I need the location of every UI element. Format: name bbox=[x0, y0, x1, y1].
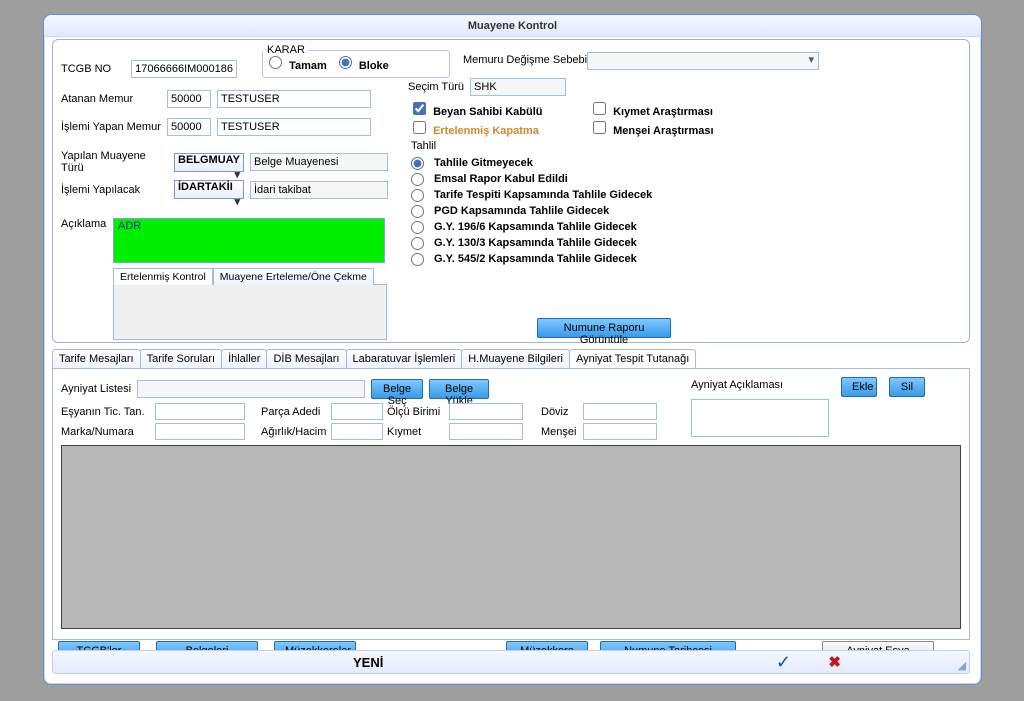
islemi-yapan-name: TESTUSER bbox=[217, 118, 371, 136]
karar-tamam-option[interactable]: Tamam bbox=[269, 56, 327, 72]
chevron-down-icon: ▾ bbox=[231, 166, 243, 181]
content-area: TCGB NO 17066666IM000186 KARAR Tamam Blo… bbox=[50, 39, 975, 676]
sil-button[interactable]: Sil bbox=[889, 377, 925, 397]
esyanin-tic-tan-input[interactable] bbox=[155, 403, 245, 420]
islemi-yapilacak-select[interactable]: İDARTAKİI▾ bbox=[174, 180, 244, 199]
app-window: Muayene Kontrol TCGB NO 17066666IM000186… bbox=[43, 14, 982, 685]
inspection-panel: TCGB NO 17066666IM000186 KARAR Tamam Blo… bbox=[52, 39, 970, 343]
ayniyat-aciklamasi-textarea[interactable] bbox=[691, 399, 829, 437]
atanan-memur-name: TESTUSER bbox=[217, 90, 371, 108]
ayniyat-grid[interactable] bbox=[61, 445, 961, 629]
karar-bloke-option[interactable]: Bloke bbox=[339, 56, 389, 72]
confirm-icon[interactable]: ✓ bbox=[776, 652, 791, 673]
tab-tarife-mesajlari[interactable]: Tarife Mesajları bbox=[52, 349, 141, 368]
tab-body-ayniyat: Ayniyat Listesi Belge Seç Belge Yükle Ay… bbox=[52, 368, 970, 640]
atanan-memur-code: 50000 bbox=[167, 90, 211, 108]
status-bar: YENİ ✓ ✖ ◢ bbox=[52, 650, 970, 674]
tab-tarife-sorulari[interactable]: Tarife Soruları bbox=[140, 349, 222, 368]
aciklama-label: Açıklama bbox=[61, 218, 106, 230]
doviz-label: Döviz bbox=[541, 406, 577, 418]
subtab-pane bbox=[113, 284, 387, 340]
yapilan-muayene-turu-label: Yapılan Muayene Türü bbox=[61, 150, 168, 174]
marka-numara-input[interactable] bbox=[155, 423, 245, 440]
tab-labaratuvar-islemleri[interactable]: Labaratuvar İşlemleri bbox=[346, 349, 463, 368]
tcgb-no-value: 17066666IM000186 bbox=[131, 60, 237, 78]
chk-ertelenmis-kapatma[interactable]: Ertelenmiş Kapatma bbox=[413, 121, 593, 137]
belge-yukle-button[interactable]: Belge Yükle bbox=[429, 379, 489, 399]
ayniyat-listesi-label: Ayniyat Listesi bbox=[61, 383, 131, 395]
islemi-yapilacak-label: İşlemi Yapılacak bbox=[61, 184, 168, 196]
parca-adedi-label: Parça Adedi bbox=[261, 406, 325, 418]
ekle-button[interactable]: Ekle bbox=[841, 377, 877, 397]
tahlil-radio-group: Tahlile Gitmeyecek Emsal Rapor Kabul Edi… bbox=[411, 155, 811, 267]
chk-mensei-arastirmasi[interactable]: Menşei Araştırması bbox=[593, 121, 763, 137]
ayniyat-listesi-input[interactable] bbox=[137, 380, 365, 398]
mensei-input[interactable] bbox=[583, 423, 657, 440]
ayniyat-aciklamasi-label: Ayniyat Açıklaması bbox=[691, 379, 783, 391]
yapilan-muayene-turu-desc: Belge Muayenesi bbox=[250, 153, 388, 171]
chk-kiymet-arastirmasi[interactable]: Kıymet Araştırması bbox=[593, 102, 763, 118]
islemi-yapilacak-desc: İdari takibat bbox=[250, 181, 388, 199]
resize-handle-icon[interactable]: ◢ bbox=[958, 659, 966, 672]
subtab-ertelenmis-kontrol[interactable]: Ertelenmiş Kontrol bbox=[113, 268, 213, 285]
marka-numara-label: Marka/Numara bbox=[61, 426, 149, 438]
tahlil-label: Tahlil bbox=[411, 140, 436, 152]
tahlil-option-1[interactable] bbox=[411, 173, 424, 186]
atanan-memur-label: Atanan Memur bbox=[61, 93, 161, 105]
tahlil-option-6[interactable] bbox=[411, 253, 424, 266]
tab-ihlaller[interactable]: İhlaller bbox=[221, 349, 267, 368]
numune-raporu-goruntule-button[interactable]: Numune Raporu Görüntüle bbox=[537, 318, 671, 338]
karar-group: KARAR Tamam Bloke bbox=[262, 44, 450, 78]
olcu-birimi-label: Ölçü Birimi bbox=[387, 406, 443, 418]
islemi-yapan-label: İşlemi Yapan Memur bbox=[61, 121, 161, 133]
chevron-down-icon: ▾ bbox=[231, 193, 243, 208]
parca-adedi-input[interactable] bbox=[331, 403, 383, 420]
window-title: Muayene Kontrol bbox=[44, 15, 981, 37]
tahlil-option-4[interactable] bbox=[411, 221, 424, 234]
esyanin-tic-tan-label: Eşyanın Tic. Tan. bbox=[61, 406, 149, 418]
aciklama-textarea[interactable]: ADR bbox=[113, 218, 385, 263]
subtab-muayene-erteleme[interactable]: Muayene Erteleme/Öne Çekme bbox=[213, 268, 374, 285]
chk-beyan-sahibi[interactable]: Beyan Sahibi Kabülü bbox=[413, 102, 593, 118]
islemi-yapan-code: 50000 bbox=[167, 118, 211, 136]
status-yeni: YENİ bbox=[353, 655, 383, 670]
doviz-input[interactable] bbox=[583, 403, 657, 420]
tab-hmuayene-bilgileri[interactable]: H.Muayene Bilgileri bbox=[461, 349, 570, 368]
memuru-degisme-sebebi-select[interactable] bbox=[587, 52, 819, 70]
cancel-icon[interactable]: ✖ bbox=[828, 653, 841, 671]
memuru-degisme-sebebi-label: Memuru Değişme Sebebi bbox=[463, 54, 587, 66]
tab-ayniyat-tespit-tutanagi[interactable]: Ayniyat Tespit Tutanağı bbox=[569, 349, 696, 368]
tahlil-option-0[interactable] bbox=[411, 157, 424, 170]
tahlil-option-3[interactable] bbox=[411, 205, 424, 218]
secim-turu-label: Seçim Türü bbox=[408, 81, 464, 93]
kiymet-input[interactable] bbox=[449, 423, 523, 440]
tcgb-no-label: TCGB NO bbox=[61, 63, 111, 75]
olcu-birimi-input[interactable] bbox=[449, 403, 523, 420]
karar-legend: KARAR bbox=[263, 44, 309, 56]
belge-sec-button[interactable]: Belge Seç bbox=[371, 379, 423, 399]
tab-dib-mesajlari[interactable]: DİB Mesajları bbox=[266, 349, 346, 368]
secim-turu-value: SHK bbox=[470, 78, 566, 96]
mensei-label: Menşei bbox=[541, 426, 577, 438]
kiymet-label: Kıymet bbox=[387, 426, 443, 438]
tahlil-option-2[interactable] bbox=[411, 189, 424, 202]
sub-tabs: Ertelenmiş Kontrol Muayene Erteleme/Öne … bbox=[113, 268, 387, 340]
tahlil-option-5[interactable] bbox=[411, 237, 424, 250]
agirlik-hacim-input[interactable] bbox=[331, 423, 383, 440]
detail-tabs: Tarife Mesajları Tarife Soruları İhlalle… bbox=[52, 349, 970, 640]
agirlik-hacim-label: Ağırlık/Hacim bbox=[261, 426, 325, 438]
yapilan-muayene-turu-select[interactable]: BELGMUAY▾ bbox=[174, 153, 244, 172]
